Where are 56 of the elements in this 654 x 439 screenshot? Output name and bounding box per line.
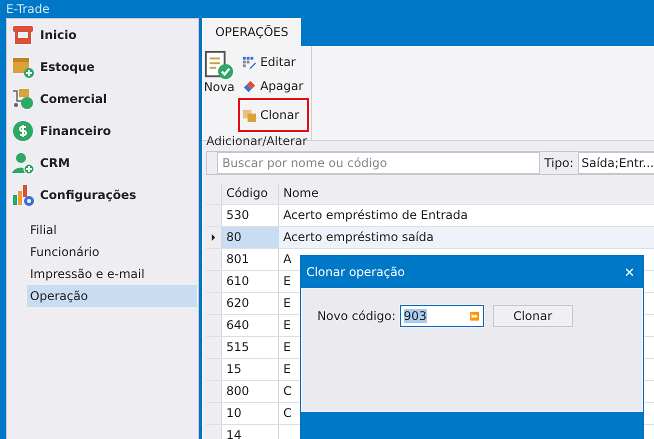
table-cell: 800 xyxy=(222,381,280,402)
table-cell: Acerto empréstimo de Entrada xyxy=(283,208,468,222)
dollar-icon xyxy=(11,119,35,143)
store-icon xyxy=(11,23,35,47)
table-cell: 80 xyxy=(222,227,280,248)
table-cell: E xyxy=(283,318,291,332)
module-item[interactable]: Comercial xyxy=(7,83,198,115)
field-label: Novo código: xyxy=(317,308,396,325)
new-button[interactable]: Nova xyxy=(204,50,234,132)
module-item[interactable]: Financeiro xyxy=(7,115,198,147)
ribbon-tab[interactable]: OPERAÇÕES xyxy=(202,18,302,46)
module-item[interactable]: Configurações xyxy=(7,179,198,211)
type-dropdown[interactable]: Saída;Entr... xyxy=(578,152,654,174)
module-item[interactable]: CRM xyxy=(7,147,198,179)
table-cell: A xyxy=(283,252,292,266)
module-item[interactable]: Estoque xyxy=(7,51,198,83)
table-cell: 620 xyxy=(222,293,280,314)
code-field[interactable]: 903 ⏩ xyxy=(400,305,484,327)
table-cell: 801 xyxy=(222,249,280,270)
table-cell: 15 xyxy=(222,359,280,380)
table-cell: E xyxy=(283,274,291,288)
search-field[interactable]: Buscar por nome ou código xyxy=(217,152,540,174)
ribbon-button[interactable]: Editar xyxy=(238,50,310,74)
module-item[interactable]: Inicio xyxy=(7,19,198,51)
submenu-item[interactable]: Funcionário xyxy=(27,241,198,263)
table-cell: 10 xyxy=(222,403,280,424)
submenu-item[interactable]: Operação xyxy=(27,285,198,307)
close-button[interactable]: ✕ xyxy=(616,264,644,280)
table-cell: C xyxy=(283,406,292,420)
cart-money-icon xyxy=(11,87,35,111)
table-cell: 640 xyxy=(222,315,280,336)
table-cell: 14 xyxy=(222,425,280,439)
window-title: E-Trade xyxy=(6,2,50,16)
ribbon-button[interactable]: Apagar xyxy=(238,74,310,98)
eraser-icon xyxy=(242,78,258,94)
clone-button[interactable]: Clonar xyxy=(492,305,573,327)
submenu-item[interactable]: Impressão e e-mail xyxy=(27,263,198,285)
table-cell: E xyxy=(283,362,291,376)
group-label: Adicionar/Alterar xyxy=(205,133,308,150)
row-pointer-icon xyxy=(211,234,216,241)
person-add-icon xyxy=(11,151,35,175)
table-cell: 610 xyxy=(222,271,280,292)
submenu-item[interactable]: Filial xyxy=(27,219,198,241)
dialog-title: Clonar operação xyxy=(306,265,405,279)
grid-pencil-icon xyxy=(242,54,258,70)
table-cell: E xyxy=(283,296,291,310)
table-cell: C xyxy=(283,384,292,398)
box-add-icon xyxy=(11,55,35,79)
table-cell: Acerto empréstimo saída xyxy=(283,230,434,244)
copy-icon xyxy=(242,108,258,122)
table-cell: E xyxy=(283,340,291,354)
type-label: Tipo: xyxy=(544,156,574,170)
chart-gear-icon xyxy=(11,183,35,207)
table-cell: 530 xyxy=(222,205,280,226)
ribbon-button[interactable]: Clonar xyxy=(238,98,310,132)
table-cell: 515 xyxy=(222,337,280,358)
